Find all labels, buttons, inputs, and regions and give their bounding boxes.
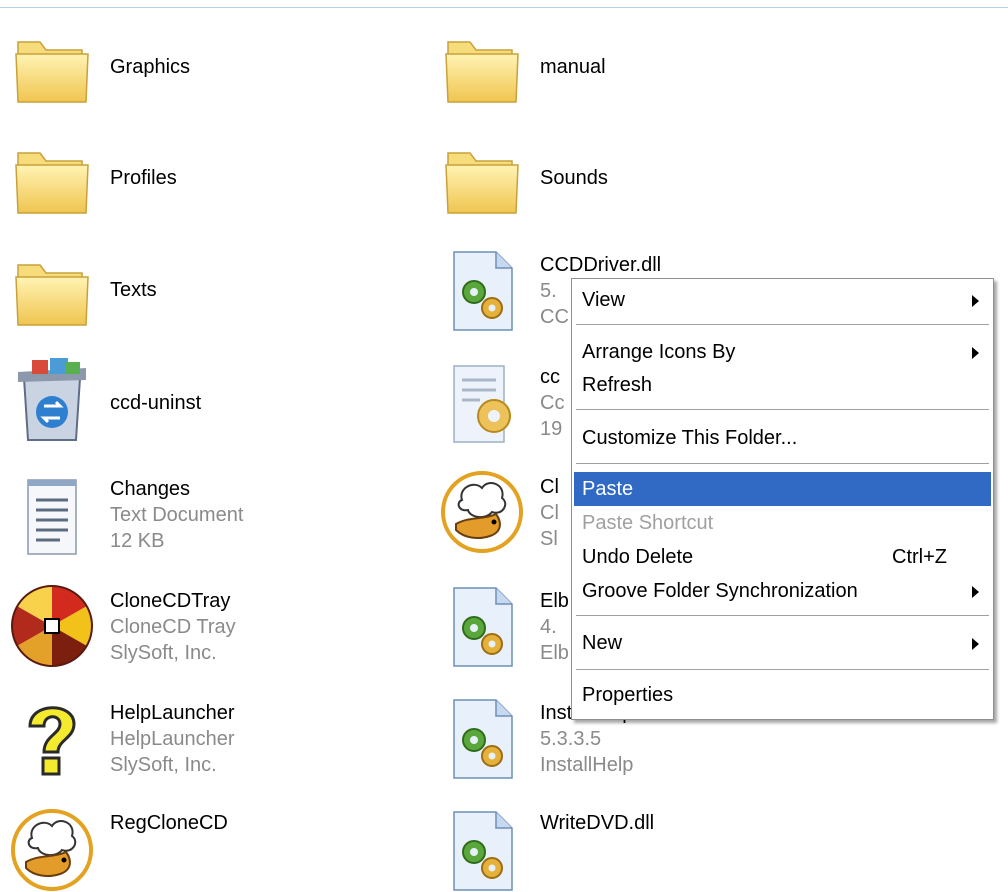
file-name: manual — [540, 56, 606, 78]
file-description: HelpLauncher — [110, 728, 235, 750]
text-document-icon — [10, 472, 94, 556]
file-company: SlySoft, Inc. — [110, 754, 217, 776]
file-name: RegCloneCD — [110, 812, 228, 834]
file-name: Profiles — [110, 167, 177, 189]
window-top-border — [0, 7, 1008, 8]
submenu-arrow-icon — [972, 638, 979, 650]
file-name: CCDDriver.dll — [540, 254, 662, 276]
dll-icon — [440, 584, 524, 668]
menu-item-label: Paste Shortcut — [582, 512, 714, 534]
file-description: Cl — [540, 502, 559, 524]
file-name: Changes — [110, 478, 191, 500]
file-description: CloneCD Tray — [110, 616, 236, 638]
file-name: Texts — [110, 279, 157, 301]
menu-item-groove-sync[interactable]: Groove Folder Synchronization — [574, 574, 991, 608]
menu-item-new[interactable]: New — [574, 626, 991, 660]
menu-item-view[interactable]: View — [574, 283, 991, 317]
file-company: Sl — [540, 528, 558, 550]
menu-item-shortcut: Ctrl+Z — [892, 546, 947, 568]
menu-item-paste[interactable]: Paste — [574, 472, 991, 506]
submenu-arrow-icon — [972, 347, 979, 359]
menu-item-label: View — [582, 289, 625, 311]
sheep-icon — [10, 808, 94, 892]
uninstall-icon — [10, 358, 94, 442]
folder-icon — [440, 28, 524, 112]
menu-item-label: Properties — [582, 684, 674, 706]
file-version: 5.3.3.5 — [540, 728, 602, 750]
file-name: ccd-uninst — [110, 392, 202, 414]
file-name: WriteDVD.dll — [540, 812, 655, 834]
menu-separator — [576, 463, 989, 464]
file-name: Sounds — [540, 167, 608, 189]
file-name: Graphics — [110, 56, 191, 78]
file-description: InstallHelp — [540, 754, 634, 776]
menu-item-customize-folder[interactable]: Customize This Folder... — [574, 421, 991, 455]
menu-item-label: Groove Folder Synchronization — [582, 580, 858, 602]
menu-item-label: Arrange Icons By — [582, 341, 736, 363]
sheep-icon — [440, 470, 524, 554]
file-size: 12 KB — [110, 530, 165, 552]
menu-item-label: Refresh — [582, 374, 653, 396]
menu-item-label: Customize This Folder... — [582, 427, 798, 449]
menu-separator — [576, 409, 989, 410]
submenu-arrow-icon — [972, 295, 979, 307]
file-size: 19 — [540, 418, 563, 440]
file-name: Elb — [540, 590, 569, 612]
menu-item-properties[interactable]: Properties — [574, 678, 991, 712]
folder-icon — [10, 28, 94, 112]
dll-icon — [440, 696, 524, 780]
dll-icon — [440, 808, 524, 892]
config-file-icon — [440, 360, 524, 444]
file-name: CloneCDTray — [110, 590, 231, 612]
file-type: Text Document — [110, 504, 244, 526]
menu-item-paste-shortcut[interactable]: Paste Shortcut — [574, 506, 991, 540]
file-type: Cc — [540, 392, 565, 414]
file-version: 4. — [540, 616, 557, 638]
menu-item-refresh[interactable]: Refresh — [574, 368, 991, 402]
menu-item-label: Undo Delete — [582, 546, 694, 568]
file-company: SlySoft, Inc. — [110, 642, 217, 664]
context-menu: View Arrange Icons By Refresh Customize … — [571, 278, 994, 720]
submenu-arrow-icon — [972, 586, 979, 598]
file-name: cc — [540, 366, 560, 388]
menu-item-undo-delete[interactable]: Undo Delete Ctrl+Z — [574, 540, 991, 574]
file-name: HelpLauncher — [110, 702, 235, 724]
folder-icon — [10, 251, 94, 335]
menu-separator — [576, 615, 989, 616]
dll-icon — [440, 248, 524, 332]
menu-separator — [576, 669, 989, 670]
file-description: Elb — [540, 642, 569, 664]
file-name: Cl — [540, 476, 559, 498]
menu-item-arrange-icons-by[interactable]: Arrange Icons By — [574, 335, 991, 369]
menu-item-label: New — [582, 632, 623, 654]
folder-icon — [10, 139, 94, 223]
menu-separator — [576, 324, 989, 325]
folder-icon — [440, 139, 524, 223]
help-icon — [10, 696, 94, 780]
clonecd-tray-icon — [10, 584, 94, 668]
menu-item-label: Paste — [582, 478, 634, 500]
